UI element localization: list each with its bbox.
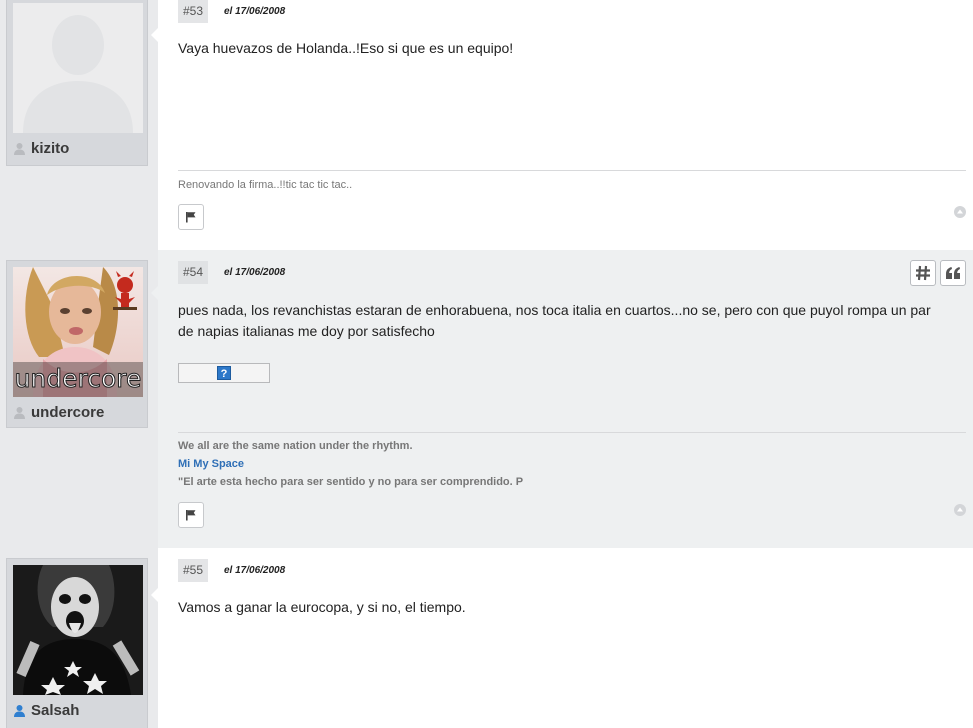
username[interactable]: Salsah bbox=[13, 699, 79, 721]
quote-icon bbox=[946, 267, 960, 279]
username-label: kizito bbox=[31, 139, 70, 157]
hash-icon bbox=[916, 265, 930, 281]
signature-divider bbox=[178, 170, 966, 171]
avatar[interactable] bbox=[13, 565, 143, 695]
post-number-link[interactable]: #53 bbox=[178, 0, 209, 23]
avatar-logo-text: undercore bbox=[15, 364, 142, 393]
permalink-button[interactable] bbox=[910, 260, 936, 286]
user-offline-icon bbox=[14, 406, 25, 419]
flag-icon bbox=[186, 510, 196, 521]
report-button[interactable] bbox=[178, 204, 204, 230]
signature-quote: "El arte esta hecho para ser sentido y n… bbox=[178, 476, 524, 488]
post-date: el 17/06/2008 bbox=[224, 267, 286, 278]
broken-image-placeholder[interactable]: ? bbox=[178, 363, 270, 383]
avatar-image: undercore bbox=[13, 267, 143, 397]
default-avatar-icon bbox=[13, 3, 143, 133]
user-info-panel: undercore undercore bbox=[6, 260, 148, 428]
signature-text: We all are the same nation under the rhy… bbox=[178, 440, 413, 452]
post-54: undercore undercore #54 el 17/06/2008 pu… bbox=[0, 250, 973, 548]
avatar-image bbox=[13, 565, 143, 695]
post-body: #55 el 17/06/2008 Vamos a ganar la euroc… bbox=[158, 548, 973, 728]
avatar[interactable] bbox=[13, 3, 143, 133]
post-text: Vamos a ganar la eurocopa, y si no, el t… bbox=[178, 599, 466, 615]
post-53: kizito #53 el 17/06/2008 Vaya huevazos d… bbox=[0, 0, 973, 250]
post-55: Salsah #55 el 17/06/2008 Vamos a ganar l… bbox=[0, 548, 973, 728]
report-button[interactable] bbox=[178, 502, 204, 528]
user-info-panel: kizito bbox=[6, 0, 148, 166]
signature-text: Renovando la firma..!!tic tac tic tac.. bbox=[178, 179, 353, 191]
post-body: #54 el 17/06/2008 pues nada, los revanch… bbox=[158, 250, 973, 548]
back-to-top-button[interactable] bbox=[954, 504, 966, 516]
question-icon: ? bbox=[217, 366, 231, 380]
post-body: #53 el 17/06/2008 Vaya huevazos de Holan… bbox=[158, 0, 973, 250]
post-text: Vaya huevazos de Holanda..!Eso si que es… bbox=[178, 40, 514, 56]
avatar[interactable]: undercore bbox=[13, 267, 143, 397]
signature-link[interactable]: Mi My Space bbox=[178, 458, 244, 470]
signature-divider bbox=[178, 432, 966, 433]
post-date: el 17/06/2008 bbox=[224, 6, 286, 17]
post-date: el 17/06/2008 bbox=[224, 565, 286, 576]
username[interactable]: undercore bbox=[13, 401, 104, 423]
username-label: Salsah bbox=[31, 701, 80, 719]
quote-button[interactable] bbox=[940, 260, 966, 286]
post-text: pues nada, los revanchistas estaran de e… bbox=[178, 302, 931, 339]
post-number-link[interactable]: #55 bbox=[178, 559, 209, 582]
user-online-icon bbox=[14, 704, 25, 717]
user-info-panel: Salsah bbox=[6, 558, 148, 728]
user-offline-icon bbox=[14, 142, 25, 155]
username[interactable]: kizito bbox=[13, 137, 69, 159]
back-to-top-button[interactable] bbox=[954, 206, 966, 218]
arrow-up-icon bbox=[957, 507, 963, 512]
arrow-up-icon bbox=[957, 209, 963, 214]
flag-icon bbox=[186, 212, 196, 223]
username-label: undercore bbox=[31, 403, 105, 421]
post-number-link[interactable]: #54 bbox=[178, 261, 209, 284]
